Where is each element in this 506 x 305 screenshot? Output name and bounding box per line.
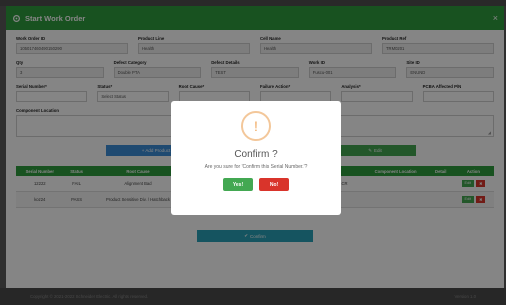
dialog-title: Confirm ?: [234, 149, 278, 160]
yes-button[interactable]: Yes!: [223, 178, 253, 191]
confirm-dialog: ! Confirm ? Are you sure for 'Confirm th…: [171, 101, 341, 215]
dialog-buttons: Yes! No!: [171, 178, 341, 191]
dialog-message: Are you sure for 'Confirm this Serial Nu…: [204, 164, 308, 170]
no-button[interactable]: No!: [259, 178, 289, 191]
warning-icon: !: [241, 111, 271, 141]
